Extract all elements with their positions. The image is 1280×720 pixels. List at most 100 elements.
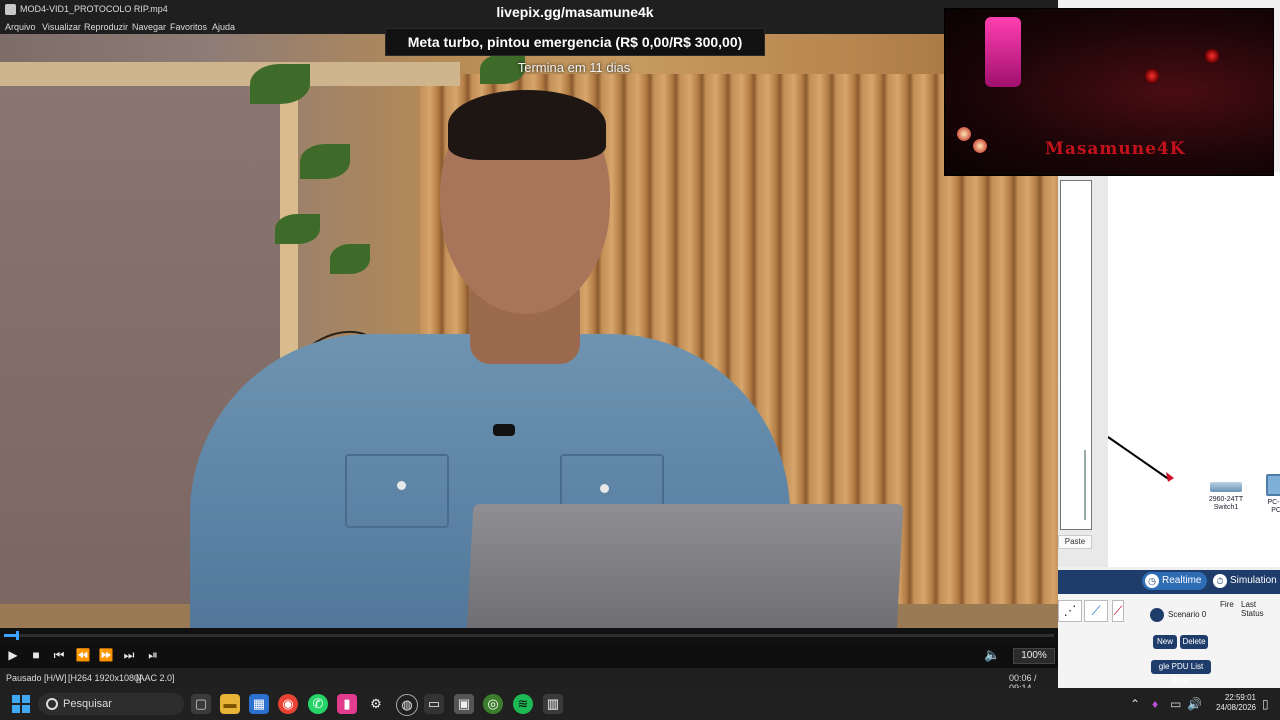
spotify-icon[interactable]: ≋ — [513, 694, 533, 714]
red-light — [1145, 69, 1159, 83]
realtime-label: Realtime — [1162, 575, 1202, 586]
switch-device[interactable]: 2960-24TT Switch1 — [1204, 482, 1248, 512]
network-icon[interactable]: ▭ — [1170, 697, 1181, 711]
clock-date: 24/08/2026 — [1215, 703, 1256, 712]
xbox-icon[interactable]: ◎ — [483, 694, 503, 714]
scenario-selector[interactable]: Scenario 0 — [1150, 605, 1216, 625]
speaker-icon[interactable]: 🔊 — [1187, 697, 1202, 711]
pt-workspace[interactable]: 2960-24TT Switch1 PC-PT PC2 — [1108, 172, 1280, 567]
search-icon — [46, 698, 58, 710]
shirt-pocket — [345, 454, 449, 528]
skip-next-icon[interactable]: ⏭ — [121, 647, 137, 663]
channel-logo: Masamune4K — [1045, 139, 1186, 159]
media-player-icon[interactable]: ▥ — [543, 694, 563, 714]
taskbar-clock[interactable]: 22:59:01 24/08/2026 — [1208, 693, 1256, 713]
menu-arquivo[interactable]: Arquivo — [5, 22, 36, 32]
red-light — [1205, 49, 1219, 63]
pc-icon — [1266, 474, 1280, 496]
seek-track[interactable] — [4, 634, 1054, 637]
frame-step-icon[interactable]: ⏯ — [145, 647, 161, 663]
candle-light — [957, 127, 971, 141]
column-fire: Fire — [1220, 600, 1234, 609]
whatsapp-icon[interactable]: ✆ — [308, 694, 328, 714]
obs-icon[interactable]: ◍ — [396, 694, 418, 716]
pc-device[interactable]: PC-PT PC2 — [1263, 474, 1280, 515]
store-icon[interactable]: ▦ — [249, 694, 269, 714]
cable-straight-icon[interactable]: ⟋ — [1084, 600, 1108, 622]
paste-button[interactable]: Paste — [1058, 535, 1092, 549]
taskbar-search[interactable]: Pesquisar — [38, 693, 184, 715]
pt-scrollbar[interactable] — [1084, 450, 1086, 520]
seek-progress — [4, 634, 16, 637]
menu-reproduzir[interactable]: Reproduzir — [84, 22, 128, 32]
pc-name: PC2 — [1271, 507, 1280, 514]
start-button[interactable] — [12, 695, 30, 713]
chrome-icon[interactable]: ◉ — [278, 694, 298, 714]
cable-crossover-icon[interactable]: ⟋ — [1112, 600, 1124, 622]
candle-light — [973, 139, 987, 153]
video-frame[interactable] — [0, 34, 1058, 628]
new-scenario-button[interactable]: New — [1153, 635, 1177, 649]
menu-ajuda[interactable]: Ajuda — [212, 22, 235, 32]
pink-microphone — [985, 17, 1021, 87]
menu-navegar[interactable]: Navegar — [132, 22, 166, 32]
skip-previous-icon[interactable]: ⏮ — [51, 647, 67, 663]
shirt-button — [397, 481, 406, 490]
cable-auto-icon[interactable]: ⋰ — [1058, 600, 1082, 622]
plant-leaf — [275, 214, 320, 244]
pdu-list-button[interactable]: gle PDU List Wind — [1151, 660, 1211, 685]
lapel-mic — [493, 424, 515, 436]
app-icon-pink[interactable]: ▮ — [337, 694, 357, 714]
menu-favoritos[interactable]: Favoritos — [170, 22, 207, 32]
tray-app-icon[interactable]: ♦ — [1152, 697, 1158, 711]
file-explorer-icon[interactable]: ▬ — [220, 694, 240, 714]
presenter-hair — [448, 90, 606, 160]
menu-visualizar[interactable]: Visualizar — [42, 22, 81, 32]
pc-model: PC-PT — [1267, 499, 1280, 506]
donation-url: livepix.gg/masamune4k — [496, 4, 654, 20]
window-title: MOD4-VID1_PROTOCOLO RIP.mp4 — [20, 4, 168, 14]
scenario-label: Scenario 0 — [1168, 610, 1207, 619]
app-window-icon[interactable]: ▣ — [454, 694, 474, 714]
donation-goal: Meta turbo, pintou emergencia (R$ 0,00/R… — [385, 28, 765, 56]
stop-icon[interactable]: ■ — [28, 647, 44, 663]
search-placeholder: Pesquisar — [63, 698, 112, 710]
playback-controls: ▶ ■ ⏮ ⏪ ⏩ ⏭ ⏯ — [0, 642, 1058, 668]
seek-handle[interactable] — [15, 631, 19, 640]
player-app-icon — [5, 4, 16, 15]
realtime-button[interactable]: ◷ Realtime — [1142, 572, 1208, 590]
fast-forward-icon[interactable]: ⏩ — [98, 647, 114, 663]
streamer-webcam: Masamune4K — [944, 8, 1274, 176]
column-last-status: Last Status — [1241, 600, 1264, 618]
laptop — [466, 504, 904, 628]
scenario-icon — [1150, 607, 1164, 622]
terminal-icon[interactable]: ▭ — [424, 694, 444, 714]
volume-icon[interactable]: 🔈 — [984, 647, 1002, 663]
simulation-button[interactable]: ⏱ Simulation — [1210, 572, 1280, 590]
status-bar: Pausado [H/W] [H264 1920x1080] [AAC 2.0]… — [0, 668, 1058, 693]
tray-chevron-icon[interactable]: ⌃ — [1130, 697, 1140, 711]
play-icon[interactable]: ▶ — [5, 647, 21, 663]
notification-icon[interactable]: ▯ — [1262, 697, 1269, 711]
goal-deadline: Termina em 11 dias — [517, 60, 631, 75]
mode-bar: ◷ Realtime ⏱ Simulation — [1058, 570, 1280, 594]
switch-icon — [1210, 482, 1242, 492]
pt-inner-panel — [1060, 180, 1092, 530]
rewind-icon[interactable]: ⏪ — [75, 647, 91, 663]
seek-bar[interactable] — [0, 628, 1058, 642]
switch-name: Switch1 — [1213, 504, 1239, 511]
switch-model: 2960-24TT — [1208, 496, 1244, 503]
audio-codec: [AAC 2.0] — [136, 673, 175, 683]
clock-time: 22:59:01 — [1224, 693, 1256, 702]
shirt-button — [600, 484, 609, 493]
plant-leaf — [250, 64, 310, 104]
zoom-level[interactable]: 100% — [1013, 648, 1055, 664]
plant-leaf — [330, 244, 370, 274]
stopwatch-icon: ⏱ — [1213, 574, 1227, 588]
plant-leaf — [300, 144, 350, 179]
video-codec: [H264 1920x1080] — [68, 673, 142, 683]
task-view-icon[interactable]: ▢ — [191, 694, 211, 714]
settings-icon[interactable]: ⚙ — [366, 694, 386, 714]
delete-scenario-button[interactable]: Delete — [1180, 635, 1208, 649]
simulation-label: Simulation — [1230, 575, 1277, 586]
